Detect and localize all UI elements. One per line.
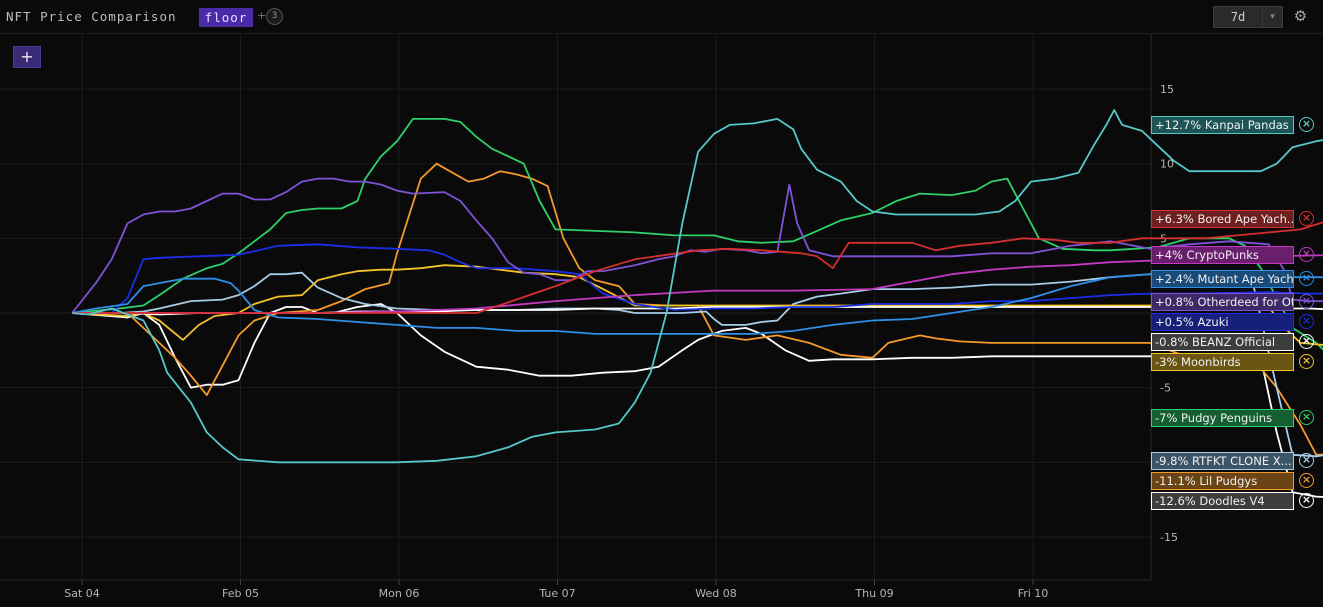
series-line-bored-ape-yacht-club[interactable]	[72, 219, 1323, 314]
legend-item-beanz-official[interactable]: -0.8% BEANZ Official ×	[1151, 333, 1321, 351]
close-icon[interactable]: ×	[1299, 314, 1314, 329]
legend-label: +6.3% Bored Ape Yach...	[1151, 210, 1294, 228]
close-icon[interactable]: ×	[1299, 117, 1314, 132]
legend-item-rtfkt-clone-x[interactable]: -9.8% RTFKT CLONE X... ×	[1151, 452, 1321, 470]
series-line-lil-pudgys[interactable]	[72, 162, 1323, 479]
x-tick-label: Feb 05	[222, 587, 259, 600]
add-collection-button[interactable]: +	[13, 46, 41, 68]
close-icon[interactable]: ×	[1299, 453, 1314, 468]
legend-label: +12.7% Kanpai Pandas	[1151, 116, 1294, 134]
close-icon[interactable]: ×	[1299, 354, 1314, 369]
legend-label: +0.8% Otherdeed for Ot...	[1151, 293, 1294, 311]
close-icon[interactable]: ×	[1299, 473, 1314, 488]
legend-label: -7% Pudgy Penguins	[1151, 409, 1294, 427]
close-icon[interactable]: ×	[1299, 294, 1314, 309]
legend-item-otherdeed-for-otherside[interactable]: +0.8% Otherdeed for Ot... ×	[1151, 293, 1321, 311]
close-icon[interactable]: ×	[1299, 211, 1314, 226]
close-icon[interactable]: ×	[1299, 271, 1314, 286]
legend-item-cryptopunks[interactable]: +4% CryptoPunks ×	[1151, 246, 1321, 264]
x-tick-label: Fri 10	[1018, 587, 1049, 600]
legend-item-bored-ape-yacht-club[interactable]: +6.3% Bored Ape Yach... ×	[1151, 210, 1321, 228]
legend-label: -11.1% Lil Pudgys	[1151, 472, 1294, 490]
close-icon[interactable]: ×	[1299, 247, 1314, 262]
legend-label: -0.8% BEANZ Official	[1151, 333, 1294, 351]
y-tick-label: -15	[1160, 531, 1178, 544]
legend-item-pudgy-penguins[interactable]: -7% Pudgy Penguins ×	[1151, 409, 1321, 427]
legend-label: +2.4% Mutant Ape Yach...	[1151, 270, 1294, 288]
y-tick-label: -5	[1160, 382, 1171, 395]
legend-label: -9.8% RTFKT CLONE X...	[1151, 452, 1294, 470]
x-tick-label: Tue 07	[538, 587, 575, 600]
legend-item-doodles-v4[interactable]: -12.6% Doodles V4 ×	[1151, 492, 1321, 510]
legend-item-azuki[interactable]: +0.5% Azuki ×	[1151, 313, 1321, 331]
legend-label: +4% CryptoPunks	[1151, 246, 1294, 264]
close-icon[interactable]: ×	[1299, 493, 1314, 508]
y-tick-label: 15	[1160, 83, 1174, 96]
x-tick-label: Sat 04	[64, 587, 100, 600]
series-line-rtfkt-clone-x[interactable]	[72, 271, 1323, 460]
legend-label: +0.5% Azuki	[1151, 313, 1294, 331]
x-tick-label: Wed 08	[695, 587, 736, 600]
x-tick-label: Thu 09	[854, 587, 893, 600]
x-tick-label: Mon 06	[379, 587, 420, 600]
legend-item-moonbirds[interactable]: -3% Moonbirds ×	[1151, 353, 1321, 371]
close-icon[interactable]: ×	[1299, 334, 1314, 349]
series-line-kanpai-pandas[interactable]	[72, 109, 1323, 464]
close-icon[interactable]: ×	[1299, 410, 1314, 425]
legend-label: -3% Moonbirds	[1151, 353, 1294, 371]
legend-label: -12.6% Doodles V4	[1151, 492, 1294, 510]
series-line-otherdeed-for-otherside[interactable]	[71, 177, 1323, 314]
legend-item-lil-pudgys[interactable]: -11.1% Lil Pudgys ×	[1151, 472, 1321, 490]
price-comparison-chart: 15105-5-15Sat 04 Feb 05 Mon 06 Tue 07 Wed 08…	[0, 34, 1323, 600]
legend-item-kanpai-pandas[interactable]: +12.7% Kanpai Pandas ×	[1151, 116, 1321, 134]
legend-item-mutant-ape-yacht-club[interactable]: +2.4% Mutant Ape Yach... ×	[1151, 270, 1321, 288]
